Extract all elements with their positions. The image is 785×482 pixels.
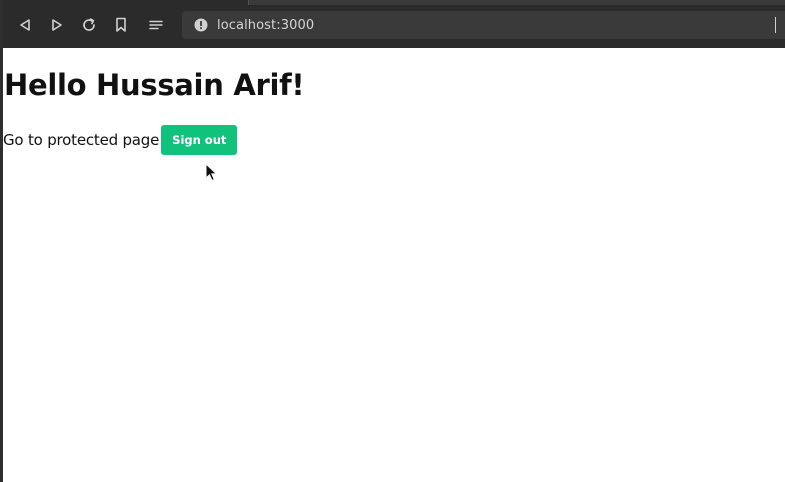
back-button[interactable]: [14, 14, 36, 36]
url-text[interactable]: localhost:3000: [217, 18, 314, 33]
reload-button[interactable]: [78, 14, 100, 36]
mouse-cursor-icon: [205, 163, 218, 182]
protected-page-link[interactable]: Go to protected page: [3, 131, 159, 149]
text-caret: [775, 17, 776, 33]
sign-out-button[interactable]: Sign out: [161, 125, 238, 155]
forward-button[interactable]: [46, 14, 68, 36]
address-bar[interactable]: localhost:3000: [182, 11, 785, 39]
site-info-icon[interactable]: [194, 18, 208, 32]
bookmark-icon: [116, 17, 126, 32]
page-heading: Hello Hussain Arif!: [4, 68, 305, 102]
back-icon: [20, 19, 30, 31]
page-content: Hello Hussain Arif! Go to protected page…: [3, 48, 785, 482]
reader-mode-button[interactable]: [145, 14, 167, 36]
browser-window: localhost:3000 Hello Hussain Arif! Go to…: [0, 0, 785, 482]
bookmark-button[interactable]: [110, 14, 132, 36]
reload-icon: [83, 18, 95, 31]
browser-toolbar: localhost:3000: [0, 0, 785, 48]
forward-icon: [52, 19, 62, 31]
reader-mode-icon: [149, 20, 163, 30]
tab-strip: [248, 0, 785, 5]
action-row: Go to protected page Sign out: [3, 125, 238, 155]
